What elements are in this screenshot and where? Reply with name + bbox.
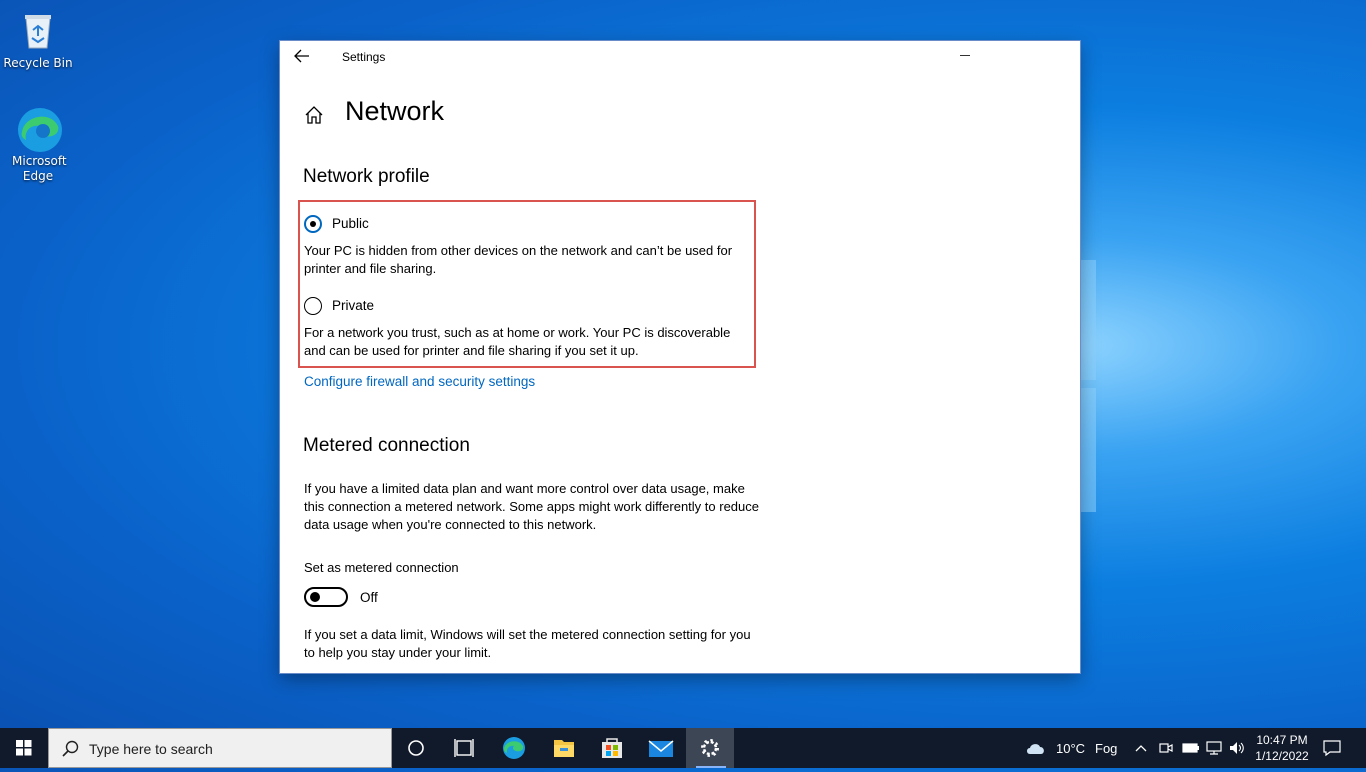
desktop-light-beam [1080,388,1096,512]
private-description: For a network you trust, such as at home… [304,325,731,358]
window-controls [970,41,1080,91]
desktop-icon-label: Recycle Bin [3,56,73,70]
windows-logo-icon [16,740,32,756]
window-title: Settings [342,50,386,64]
data-limit-description: If you set a data limit, Windows will se… [304,627,751,660]
clock-date: 1/12/2022 [1255,749,1309,763]
task-view-icon [454,739,474,757]
home-icon[interactable] [304,105,324,125]
folder-icon [554,740,574,757]
gear-icon [701,739,719,757]
notification-icon[interactable] [1322,739,1342,761]
public-radio-label[interactable]: Public [332,216,369,231]
desktop-icon-recycle-bin[interactable]: Recycle Bin [0,8,76,71]
edge-icon [503,737,525,759]
volume-icon[interactable] [1228,739,1246,761]
weather-icon[interactable] [1024,738,1048,762]
network-profile-heading: Network profile [303,166,430,187]
taskbar-file-explorer[interactable] [540,728,588,768]
weather-description[interactable]: Fog [1095,741,1117,756]
taskbar-settings[interactable] [686,728,734,768]
metered-description: If you have a limited data plan and want… [304,481,759,532]
taskbar-edge[interactable] [490,728,538,768]
battery-icon[interactable] [1182,740,1200,760]
taskbar-clock[interactable]: 10:47 PM 1/12/2022 [1250,732,1314,764]
taskbar-store[interactable] [588,728,636,768]
toggle-state-text: Off [360,590,378,605]
taskbar-mail[interactable] [637,728,685,768]
title-bar: Settings [280,41,1080,91]
cortana-button[interactable] [392,728,440,768]
public-radio[interactable] [304,215,322,233]
public-description: Your PC is hidden from other devices on … [304,243,733,276]
metered-toggle-label: Set as metered connection [304,560,459,575]
metered-connection-heading: Metered connection [303,435,470,456]
private-radio-label[interactable]: Private [332,298,374,313]
back-button[interactable] [294,49,314,67]
desktop-icon-microsoft-edge[interactable]: Microsoft Edge [0,106,76,184]
minimize-button[interactable] [960,55,970,56]
settings-window: Settings Network Network profile Public … [280,41,1080,673]
desktop-icon-label: Microsoft Edge [12,154,67,183]
page-title: Network [345,96,445,126]
store-icon [602,738,622,758]
weather-temperature[interactable]: 10°C [1056,741,1085,756]
firewall-settings-link[interactable]: Configure firewall and security settings [304,374,535,389]
private-radio[interactable] [304,297,322,315]
clock-time: 10:47 PM [1256,733,1308,747]
task-view-button[interactable] [440,728,488,768]
start-button[interactable] [0,728,48,768]
mail-icon [648,740,674,757]
taskbar-search-box[interactable]: Type here to search [48,728,392,768]
search-icon [61,739,81,759]
metered-connection-toggle[interactable] [304,587,348,607]
cortana-circle-icon [408,740,424,756]
recycle-bin-icon [16,8,60,52]
chevron-up-icon[interactable] [1134,740,1148,759]
desktop-light-beam [1080,260,1096,380]
meet-now-icon[interactable] [1158,740,1174,760]
network-icon[interactable] [1205,739,1223,761]
taskbar: Type here to search 10°C Fog 10:47 PM 1/… [0,728,1366,768]
edge-icon [16,106,62,152]
back-arrow-icon [294,49,309,63]
search-placeholder: Type here to search [89,741,213,757]
